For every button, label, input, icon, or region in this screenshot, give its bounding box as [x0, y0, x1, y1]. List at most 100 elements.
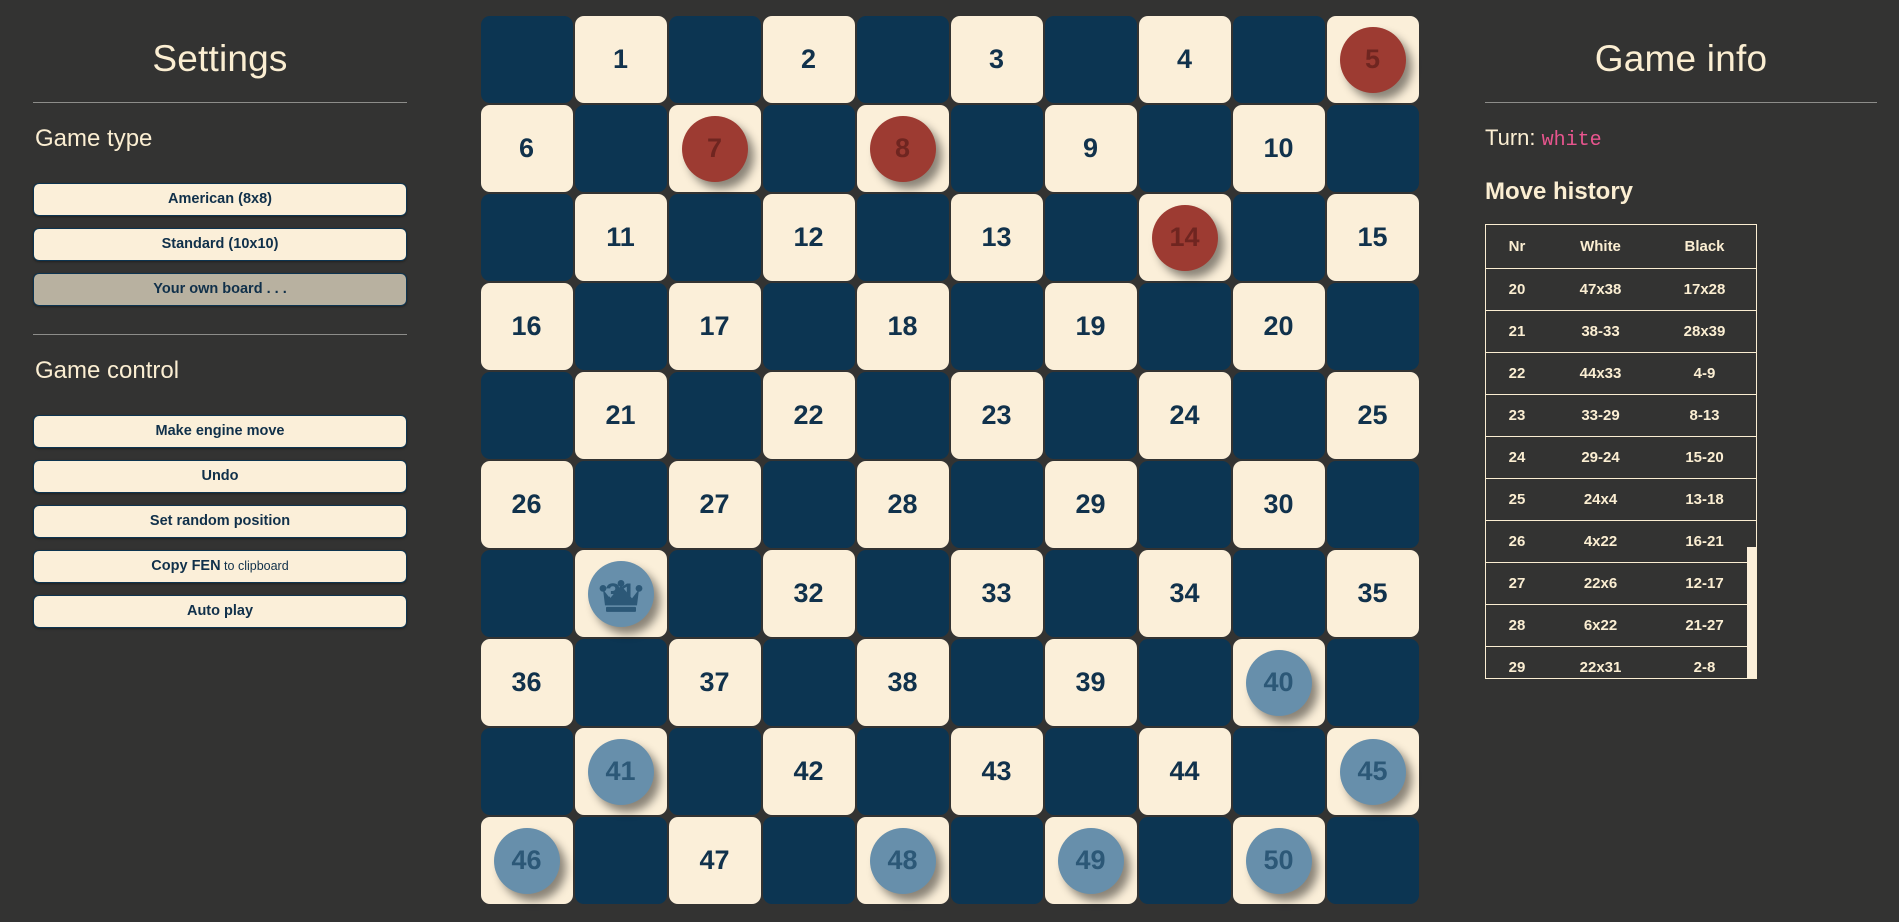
move-history-row[interactable]: 21 38-33 28x39	[1486, 311, 1756, 353]
piece-white-man-41[interactable]: 41	[587, 738, 654, 805]
board-square-20[interactable]: 20	[1232, 283, 1325, 370]
board-square-26[interactable]: 26	[480, 461, 573, 548]
move-history-row[interactable]: 28 6x22 21-27	[1486, 605, 1756, 647]
move-history-row[interactable]: 24 29-24 15-20	[1486, 437, 1756, 479]
board-square-25[interactable]: 25	[1326, 372, 1419, 459]
board-square-24[interactable]: 24	[1138, 372, 1231, 459]
game-type-button-2[interactable]: Your own board . . .	[33, 273, 407, 306]
board-square-3[interactable]: 3	[950, 16, 1043, 103]
board-square-5[interactable]: 5	[1326, 16, 1419, 103]
game-type-button-0[interactable]: American (8x8)	[33, 183, 407, 216]
board-square-27[interactable]: 27	[668, 461, 761, 548]
board-square-35[interactable]: 35	[1326, 550, 1419, 637]
board-square-inactive	[1138, 461, 1231, 548]
board-square-42[interactable]: 42	[762, 728, 855, 815]
piece-white-man-48[interactable]: 48	[869, 827, 936, 894]
board-square-6[interactable]: 6	[480, 105, 573, 192]
board-square-32[interactable]: 32	[762, 550, 855, 637]
piece-red-man-14[interactable]: 14	[1151, 204, 1218, 271]
game-control-button-2[interactable]: Set random position	[33, 505, 407, 538]
board-square-2[interactable]: 2	[762, 16, 855, 103]
move-history-table: Nr White Black 20 47x38 17x28 21 38-33 28x39 2…	[1485, 224, 1757, 679]
board-square-16[interactable]: 16	[480, 283, 573, 370]
board-square-19[interactable]: 19	[1044, 283, 1137, 370]
board-square-46[interactable]: 46	[480, 817, 573, 904]
board-square-9[interactable]: 9	[1044, 105, 1137, 192]
game-control-button-0[interactable]: Make engine move	[33, 415, 407, 448]
board-square-1[interactable]: 1	[574, 16, 667, 103]
board-square-inactive	[1044, 16, 1137, 103]
board-square-23[interactable]: 23	[950, 372, 1043, 459]
piece-white-man-40[interactable]: 40	[1245, 649, 1312, 716]
move-nr-cell: 27	[1508, 575, 1526, 592]
board-square-36[interactable]: 36	[480, 639, 573, 726]
board-square-44[interactable]: 44	[1138, 728, 1231, 815]
board-square-50[interactable]: 50	[1232, 817, 1325, 904]
piece-white-man-49[interactable]: 49	[1057, 827, 1124, 894]
board-square-22[interactable]: 22	[762, 372, 855, 459]
move-history-scrollbar[interactable]	[1747, 547, 1756, 678]
board-square-31[interactable]: 31	[574, 550, 667, 637]
move-history-row[interactable]: 22 44x33 4-9	[1486, 353, 1756, 395]
board-square-43[interactable]: 43	[950, 728, 1043, 815]
move-history-row[interactable]: 23 33-29 8-13	[1486, 395, 1756, 437]
draughts-board[interactable]: 1 2 3 4 5 6 7 8 9 10 11 12 13 14 15 16 17 18 19 20 21 22 23 24 2…	[480, 16, 1419, 904]
move-history-row[interactable]: 27 22x6 12-17	[1486, 563, 1756, 605]
move-history-row[interactable]: 20 47x38 17x28	[1486, 269, 1756, 311]
board-square-29[interactable]: 29	[1044, 461, 1137, 548]
board-square-13[interactable]: 13	[950, 194, 1043, 281]
move-history-row[interactable]: 25 24x4 13-18	[1486, 479, 1756, 521]
move-history-row[interactable]: 29 22x31 2-8	[1486, 647, 1756, 678]
board-square-11[interactable]: 11	[574, 194, 667, 281]
board-square-47[interactable]: 47	[668, 817, 761, 904]
board-square-inactive	[1138, 283, 1231, 370]
move-history-row[interactable]: 26 4x22 16-21	[1486, 521, 1756, 563]
board-square-30[interactable]: 30	[1232, 461, 1325, 548]
board-square-8[interactable]: 8	[856, 105, 949, 192]
game-type-button-1[interactable]: Standard (10x10)	[33, 228, 407, 261]
board-square-10[interactable]: 10	[1232, 105, 1325, 192]
board-square-49[interactable]: 49	[1044, 817, 1137, 904]
board-square-40[interactable]: 40	[1232, 639, 1325, 726]
board-square-18[interactable]: 18	[856, 283, 949, 370]
board-square-41[interactable]: 41	[574, 728, 667, 815]
piece-white-man-45[interactable]: 45	[1339, 738, 1406, 805]
board-square-15[interactable]: 15	[1326, 194, 1419, 281]
game-type-button-label: American (8x8)	[168, 191, 272, 207]
piece-white-king-31[interactable]: 31	[587, 560, 654, 627]
board-square-33[interactable]: 33	[950, 550, 1043, 637]
piece-white-man-46[interactable]: 46	[493, 827, 560, 894]
square-number: 29	[1075, 489, 1106, 519]
board-square-48[interactable]: 48	[856, 817, 949, 904]
piece-red-man-5[interactable]: 5	[1339, 26, 1406, 93]
move-nr-cell: 20	[1508, 281, 1526, 298]
piece-white-man-50[interactable]: 50	[1245, 827, 1312, 894]
board-square-45[interactable]: 45	[1326, 728, 1419, 815]
crown-icon	[599, 579, 642, 612]
column-header-black: Black	[1684, 238, 1725, 255]
game-control-button-sublabel: to clipboard	[220, 559, 289, 573]
piece-red-man-8[interactable]: 8	[869, 115, 936, 182]
board-square-17[interactable]: 17	[668, 283, 761, 370]
square-number: 15	[1357, 222, 1388, 252]
board-square-39[interactable]: 39	[1044, 639, 1137, 726]
game-control-button-4[interactable]: Auto play	[33, 595, 407, 628]
board-square-inactive	[1326, 639, 1419, 726]
move-black-cell: 4-9	[1693, 365, 1716, 382]
move-history-body[interactable]: 20 47x38 17x28 21 38-33 28x39 22 44x33 4-9 23 33-2…	[1486, 269, 1756, 678]
game-control-button-1[interactable]: Undo	[33, 460, 407, 493]
game-control-button-3[interactable]: Copy FEN to clipboard	[33, 550, 407, 583]
board-square-28[interactable]: 28	[856, 461, 949, 548]
board-square-7[interactable]: 7	[668, 105, 761, 192]
board-square-21[interactable]: 21	[574, 372, 667, 459]
board-square-37[interactable]: 37	[668, 639, 761, 726]
game-control-heading: Game control	[35, 357, 180, 384]
piece-red-man-7[interactable]: 7	[681, 115, 748, 182]
board-square-12[interactable]: 12	[762, 194, 855, 281]
board-square-inactive	[856, 728, 949, 815]
board-square-14[interactable]: 14	[1138, 194, 1231, 281]
board-square-inactive	[668, 550, 761, 637]
board-square-34[interactable]: 34	[1138, 550, 1231, 637]
board-square-38[interactable]: 38	[856, 639, 949, 726]
board-square-4[interactable]: 4	[1138, 16, 1231, 103]
